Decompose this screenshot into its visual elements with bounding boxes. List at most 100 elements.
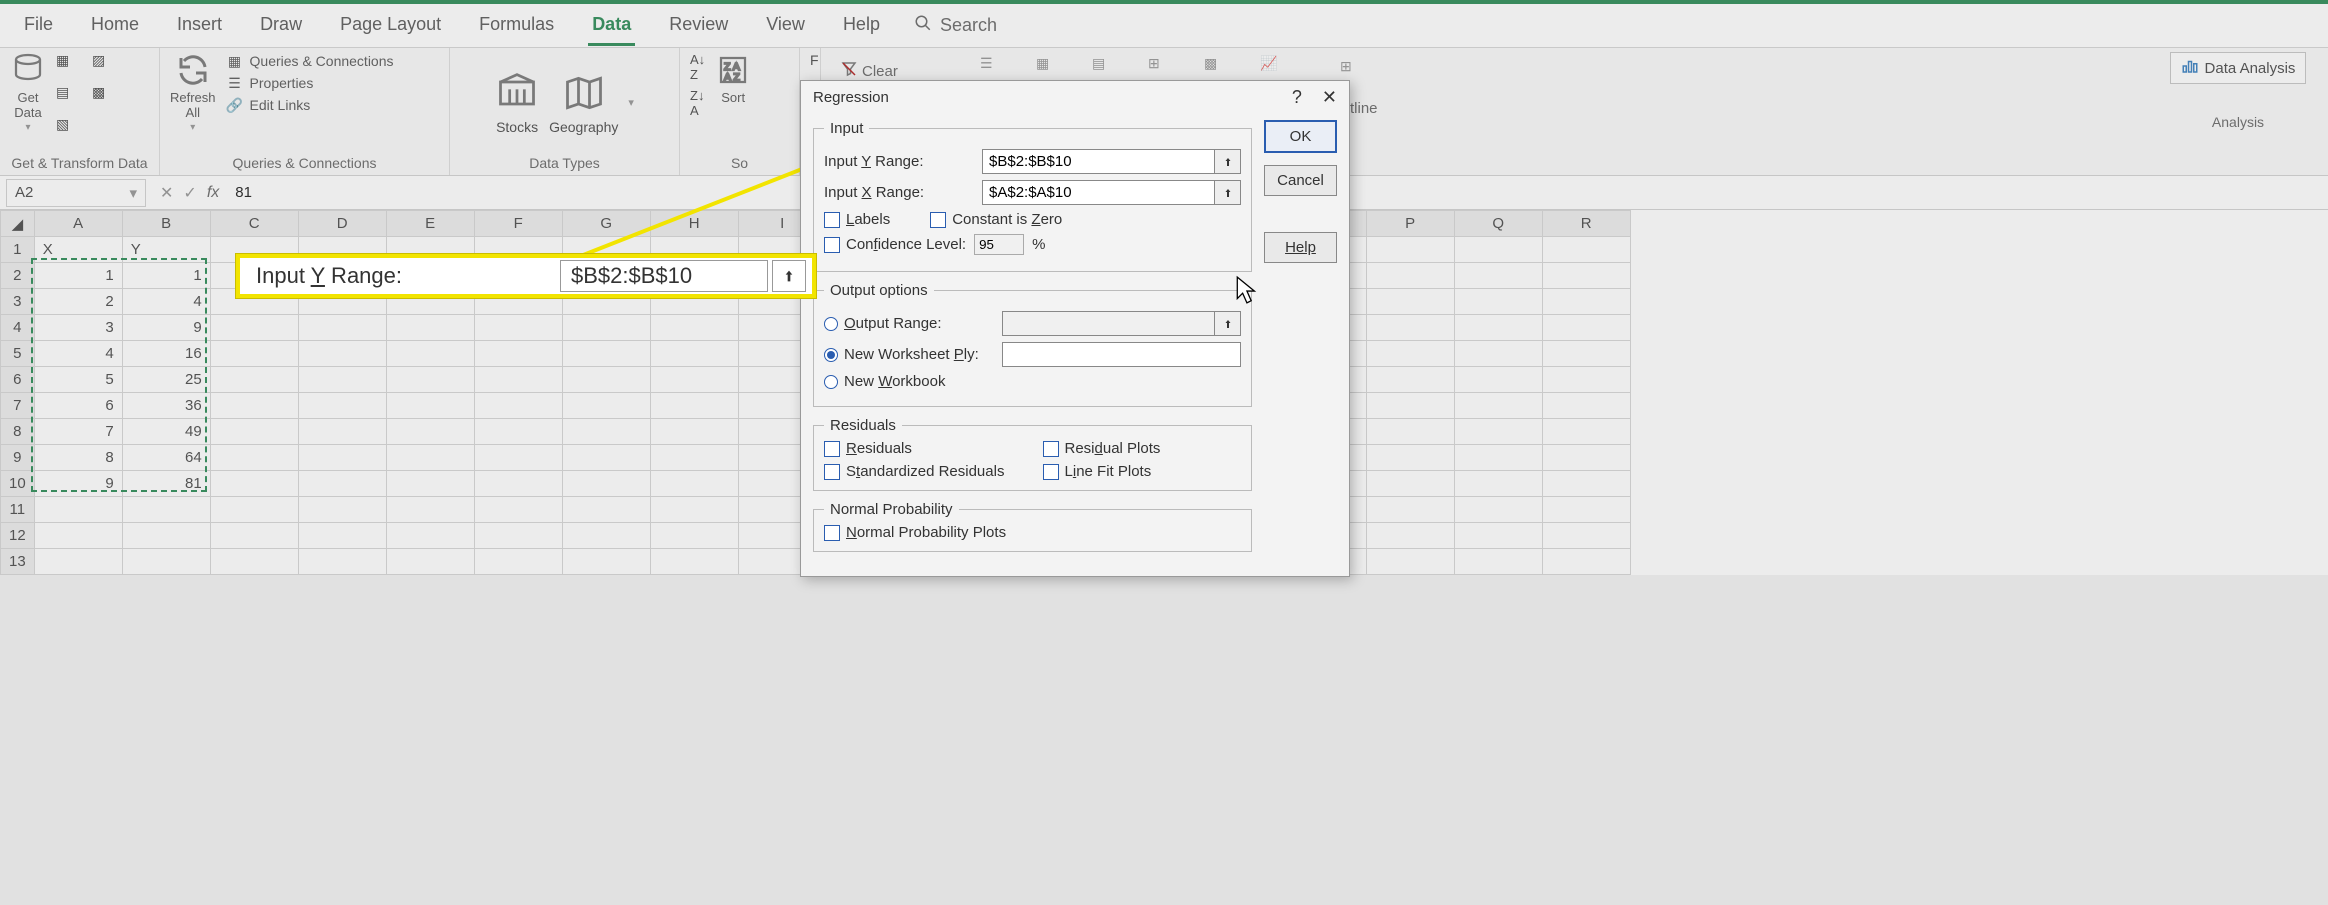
cell[interactable] — [650, 315, 738, 341]
cell[interactable] — [210, 341, 298, 367]
cell[interactable] — [298, 471, 386, 497]
cell[interactable] — [1542, 471, 1630, 497]
cell[interactable] — [210, 549, 298, 575]
range-selector-button[interactable] — [1215, 311, 1241, 336]
tab-formulas[interactable]: Formulas — [463, 6, 570, 45]
edit-links-button[interactable]: 🔗Edit Links — [226, 96, 394, 114]
cell[interactable] — [562, 419, 650, 445]
residuals-checkbox[interactable] — [824, 441, 840, 457]
sort-button[interactable]: Z AA Z Sort — [715, 52, 751, 105]
cell[interactable] — [1366, 523, 1454, 549]
text-to-columns-icon[interactable]: ☰ — [980, 55, 1006, 81]
cell[interactable] — [34, 549, 122, 575]
cell[interactable] — [474, 471, 562, 497]
cell[interactable] — [1454, 419, 1542, 445]
cell[interactable] — [650, 393, 738, 419]
cell[interactable] — [210, 315, 298, 341]
cell[interactable]: 4 — [34, 341, 122, 367]
cell[interactable] — [1542, 393, 1630, 419]
get-data-button[interactable]: Get Data ▾ — [10, 52, 46, 133]
cell[interactable] — [650, 419, 738, 445]
cell[interactable] — [1366, 445, 1454, 471]
cell[interactable] — [34, 497, 122, 523]
cell[interactable] — [122, 497, 210, 523]
help-button[interactable]: Help — [1264, 232, 1337, 263]
cell[interactable] — [474, 523, 562, 549]
row-header[interactable]: 5 — [1, 341, 35, 367]
col-header[interactable]: C — [210, 211, 298, 237]
cell[interactable] — [1366, 367, 1454, 393]
cell[interactable] — [1454, 549, 1542, 575]
row-header[interactable]: 4 — [1, 315, 35, 341]
geography-button[interactable]: Geography — [549, 71, 618, 135]
constant-zero-checkbox[interactable] — [930, 212, 946, 228]
tab-view[interactable]: View — [750, 6, 821, 45]
cell[interactable] — [298, 549, 386, 575]
input-x-range[interactable] — [982, 180, 1215, 205]
properties-button[interactable]: ☰Properties — [226, 74, 394, 92]
cell[interactable] — [562, 549, 650, 575]
cell[interactable]: 8 — [34, 445, 122, 471]
cell[interactable] — [34, 523, 122, 549]
cell[interactable] — [1366, 289, 1454, 315]
cell[interactable] — [386, 549, 474, 575]
row-header[interactable]: 1 — [1, 237, 35, 263]
cell[interactable]: 64 — [122, 445, 210, 471]
cell[interactable] — [386, 523, 474, 549]
help-icon[interactable]: ? — [1292, 87, 1302, 108]
cell[interactable]: 6 — [34, 393, 122, 419]
cell[interactable] — [474, 367, 562, 393]
existing-conn-icon[interactable]: ▩ — [92, 84, 118, 110]
tab-page-layout[interactable]: Page Layout — [324, 6, 457, 45]
cell[interactable] — [1542, 523, 1630, 549]
cell[interactable] — [562, 523, 650, 549]
output-range-radio[interactable] — [824, 317, 838, 331]
consolidate-icon[interactable]: ⊞ — [1148, 55, 1174, 81]
cell[interactable] — [474, 315, 562, 341]
cell[interactable] — [386, 497, 474, 523]
fx-icon[interactable]: fx — [207, 184, 219, 202]
cell[interactable] — [474, 419, 562, 445]
remove-dup-icon[interactable]: ▤ — [1092, 55, 1118, 81]
cell[interactable] — [298, 523, 386, 549]
tab-draw[interactable]: Draw — [244, 6, 318, 45]
cell[interactable] — [1542, 341, 1630, 367]
col-header[interactable]: B — [122, 211, 210, 237]
cell[interactable] — [210, 497, 298, 523]
cell[interactable] — [386, 367, 474, 393]
normal-prob-checkbox[interactable] — [824, 525, 840, 541]
from-web-icon[interactable]: ▤ — [56, 84, 82, 110]
cell[interactable] — [298, 315, 386, 341]
cell[interactable] — [210, 445, 298, 471]
cell[interactable] — [650, 471, 738, 497]
cell[interactable]: 5 — [34, 367, 122, 393]
cell[interactable] — [1542, 263, 1630, 289]
cell[interactable] — [650, 523, 738, 549]
cell[interactable] — [386, 471, 474, 497]
cell[interactable] — [1366, 471, 1454, 497]
cell[interactable] — [650, 497, 738, 523]
row-header[interactable]: 3 — [1, 289, 35, 315]
new-workbook-radio[interactable] — [824, 375, 838, 389]
cell[interactable] — [1366, 497, 1454, 523]
col-header[interactable]: P — [1366, 211, 1454, 237]
cell[interactable] — [650, 549, 738, 575]
row-header[interactable]: 8 — [1, 419, 35, 445]
input-y-range[interactable] — [982, 149, 1215, 174]
cell[interactable] — [562, 497, 650, 523]
cell[interactable] — [298, 445, 386, 471]
cell[interactable] — [1454, 237, 1542, 263]
cell[interactable] — [210, 471, 298, 497]
whatif-icon[interactable]: ▩ — [1204, 55, 1230, 81]
cell[interactable] — [474, 393, 562, 419]
cell[interactable]: 9 — [122, 315, 210, 341]
tab-home[interactable]: Home — [75, 6, 155, 45]
cell[interactable] — [562, 367, 650, 393]
tab-help[interactable]: Help — [827, 6, 896, 45]
cell[interactable]: 3 — [34, 315, 122, 341]
cell[interactable] — [650, 341, 738, 367]
cell[interactable] — [1454, 289, 1542, 315]
cell[interactable] — [474, 341, 562, 367]
enter-formula-icon[interactable]: ✓ — [183, 183, 196, 203]
cell[interactable] — [298, 367, 386, 393]
